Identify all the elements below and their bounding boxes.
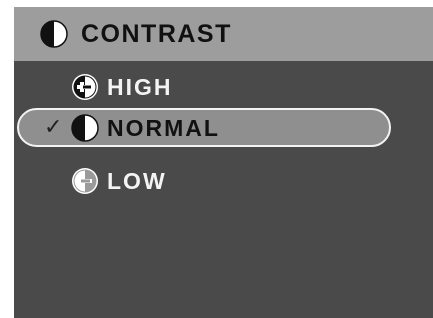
menu-title: CONTRAST: [81, 20, 232, 48]
menu-item-label: NORMAL: [107, 115, 220, 141]
menu-item-high[interactable]: HIGH: [14, 65, 433, 109]
contrast-high-icon: [72, 74, 98, 100]
checkmark-icon: ✓: [44, 115, 63, 140]
contrast-normal-icon: [71, 114, 99, 142]
menu-item-normal[interactable]: ✓ NORMAL: [14, 108, 433, 152]
menu-item-low[interactable]: LOW: [14, 159, 433, 203]
contrast-menu-screen: CONTRAST HIGH ✓ NORMAL LOW: [14, 7, 433, 318]
menu-header: CONTRAST: [14, 7, 433, 61]
menu-item-label: HIGH: [107, 74, 173, 100]
contrast-half-circle-icon: [40, 20, 68, 48]
menu-item-label: LOW: [107, 168, 167, 194]
contrast-low-icon: [72, 168, 98, 194]
